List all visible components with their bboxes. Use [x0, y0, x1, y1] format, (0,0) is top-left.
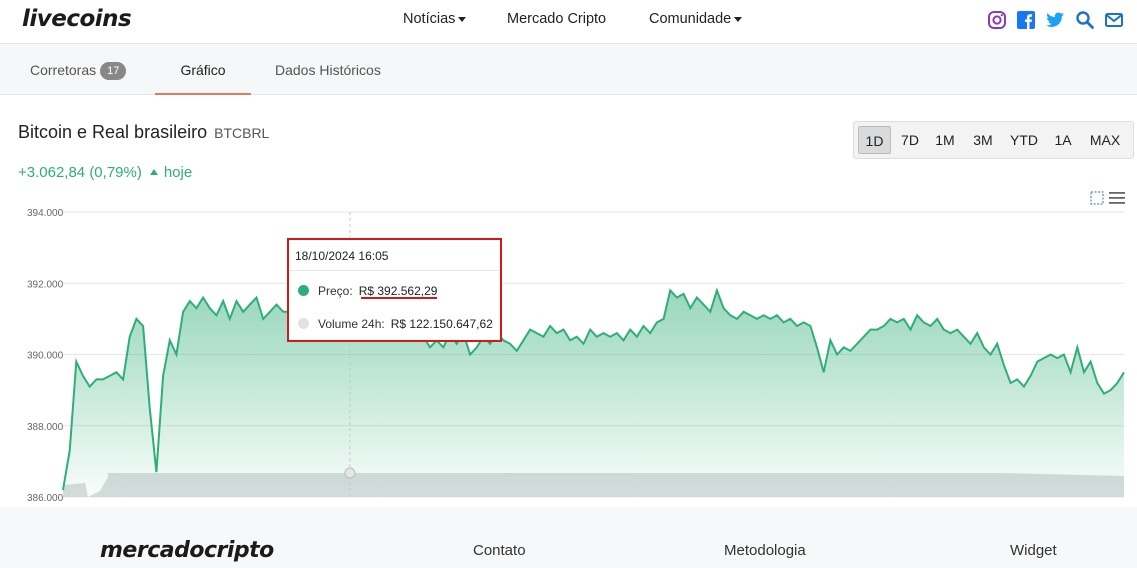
tab-corretoras-label: Corretoras: [30, 62, 97, 78]
facebook-icon[interactable]: [1016, 10, 1036, 30]
range-ytd-button[interactable]: YTD: [1003, 126, 1045, 154]
mail-icon[interactable]: [1104, 10, 1124, 30]
page-title: Bitcoin e Real brasileiro BTCBRL: [18, 122, 269, 143]
livecoins-logo[interactable]: livecoins: [22, 6, 132, 32]
tooltip-price-label: Preço:: [318, 284, 353, 298]
y-tick-label: 388.000: [27, 422, 64, 433]
tab-corretoras[interactable]: Corretoras 17: [30, 45, 127, 95]
tooltip-divider: [289, 270, 500, 271]
range-7d-button[interactable]: 7D: [894, 126, 926, 154]
mercadocripto-logo[interactable]: mercadocripto: [100, 538, 274, 563]
nav-mercado-cripto[interactable]: Mercado Cripto: [507, 11, 606, 27]
tooltip-price-row: Preço: R$ 392.562,29: [298, 284, 437, 298]
y-tick-label: 390.000: [27, 351, 64, 362]
chart-tooltip: 18/10/2024 16:05 Preço: R$ 392.562,29 Vol…: [287, 238, 502, 342]
tooltip-volume-row: Volume 24h: R$ 122.150.647,62: [298, 317, 493, 331]
tabs-bar: Corretoras 17 Gráfico Dados Históricos: [0, 45, 1137, 95]
pair-code: BTCBRL: [214, 125, 270, 141]
range-1m-button[interactable]: 1M: [928, 126, 962, 154]
top-navbar: livecoins Notícias Mercado Cripto Comuni…: [0, 0, 1137, 44]
chevron-down-icon: [458, 16, 467, 22]
price-change: +3.062,84 (0,79%) hoje: [18, 164, 192, 181]
y-tick-label: 394.000: [27, 208, 64, 219]
nav-comunidade-label: Comunidade: [649, 11, 732, 27]
tab-grafico-label: Gráfico: [180, 62, 226, 78]
tab-dados-historicos-label: Dados Históricos: [275, 62, 381, 78]
tooltip-volume-label: Volume 24h:: [318, 317, 385, 331]
tab-grafico[interactable]: Gráfico: [155, 45, 251, 95]
tab-dados-historicos[interactable]: Dados Históricos: [275, 45, 381, 95]
nav-noticias[interactable]: Notícias: [403, 11, 467, 27]
price-area: [63, 265, 1124, 497]
change-value: +3.062,84 (0,79%): [18, 164, 142, 181]
volume-series-dot: [298, 318, 309, 329]
footer-link-contato[interactable]: Contato: [473, 542, 526, 559]
menu-icon[interactable]: [1109, 191, 1125, 205]
instagram-icon[interactable]: [987, 10, 1007, 30]
triangle-up-icon: [149, 169, 158, 175]
range-1a-button[interactable]: 1A: [1047, 126, 1079, 154]
range-1d-button[interactable]: 1D: [858, 126, 891, 154]
range-max-button[interactable]: MAX: [1082, 126, 1128, 154]
nav-mercado-cripto-label: Mercado Cripto: [507, 11, 607, 27]
hover-volume-marker: [344, 467, 356, 479]
footer-link-metodologia[interactable]: Metodologia: [724, 542, 806, 559]
range-3m-button[interactable]: 3M: [965, 126, 1001, 154]
y-axis: 394.000 392.000 390.000 388.000 386.000: [27, 208, 64, 504]
pair-name: Bitcoin e Real brasileiro: [18, 122, 208, 142]
y-tick-label: 386.000: [27, 493, 64, 504]
footer: mercadocripto Contato Metodologia Widget: [0, 507, 1137, 568]
tooltip-volume-value: R$ 122.150.647,62: [390, 317, 493, 331]
nav-comunidade[interactable]: Comunidade: [649, 11, 743, 27]
search-icon[interactable]: [1075, 10, 1095, 30]
tooltip-price-value: R$ 392.562,29: [358, 284, 438, 298]
price-chart[interactable]: 394.000 392.000 390.000 388.000 386.000: [0, 205, 1137, 505]
change-period: hoje: [163, 164, 193, 181]
price-highlight-underline: [361, 297, 437, 299]
tooltip-date: 18/10/2024 16:05: [295, 249, 389, 263]
nav-noticias-label: Notícias: [403, 11, 456, 27]
y-tick-label: 392.000: [27, 279, 64, 290]
corretoras-count-badge: 17: [100, 62, 127, 81]
zoom-select-icon[interactable]: [1090, 191, 1104, 205]
chevron-down-icon: [734, 16, 743, 22]
price-series-dot: [298, 285, 309, 296]
footer-link-widget[interactable]: Widget: [1010, 542, 1057, 559]
twitter-icon[interactable]: [1045, 10, 1065, 30]
range-selector: 1D 7D 1M 3M YTD 1A MAX: [853, 121, 1134, 159]
